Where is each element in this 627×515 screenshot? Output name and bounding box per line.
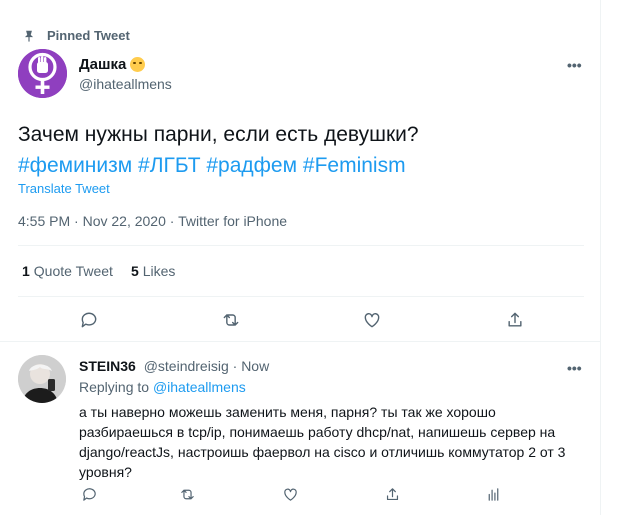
reply-author-handle[interactable]: @steindreisig	[144, 358, 229, 374]
like-icon	[364, 313, 380, 328]
author-handle[interactable]: @ihateallmens	[79, 76, 172, 92]
reply-author-avatar[interactable]	[18, 355, 66, 403]
replying-mention[interactable]: @ihateallmens	[153, 379, 246, 395]
reply-reply-button[interactable]	[78, 483, 100, 505]
like-icon	[283, 488, 297, 501]
divider	[0, 341, 601, 342]
reply-header: STEIN36 @steindreisig · Now	[79, 358, 269, 374]
more-icon[interactable]: •••	[567, 361, 582, 375]
likes-count: 5	[130, 263, 139, 279]
retweet-button[interactable]	[220, 309, 242, 331]
translate-tweet-link[interactable]: Translate Tweet	[18, 181, 110, 196]
more-icon[interactable]: •••	[567, 58, 582, 72]
pinned-label-text: Pinned Tweet	[47, 28, 130, 43]
reply-text: а ты наверно можешь заменить меня, парня…	[79, 404, 566, 480]
retweet-icon	[180, 489, 194, 499]
likes-label: Likes	[142, 263, 176, 279]
tweet-date[interactable]: Nov 22, 2020	[83, 213, 166, 229]
reply-analytics-button[interactable]	[482, 483, 504, 505]
reply-time[interactable]: Now	[241, 358, 269, 374]
reply-share-button[interactable]	[381, 483, 403, 505]
feminist-symbol-image	[18, 49, 67, 98]
divider	[18, 245, 584, 246]
reply-avatar-photo	[18, 355, 66, 403]
tweet-stats: 1 Quote Tweet 5 Likes	[22, 263, 175, 279]
share-icon	[386, 487, 398, 500]
reply-icon	[82, 487, 96, 501]
reply-button[interactable]	[78, 309, 100, 331]
tweet-hashtags[interactable]: #феминизм #ЛГБТ #радфем #Feminism	[18, 150, 419, 181]
reply-author-name[interactable]: STEIN36	[79, 358, 136, 374]
likes-stat[interactable]: 5 Likes	[131, 263, 175, 279]
meta-separator: ·	[74, 213, 79, 229]
author-name-row[interactable]: Дашка	[79, 56, 172, 73]
author-block: Дашка @ihateallmens	[79, 56, 172, 92]
retweet-icon	[223, 314, 239, 326]
replying-to: Replying to @ihateallmens	[79, 379, 246, 395]
author-avatar[interactable]	[18, 49, 67, 98]
author-name[interactable]: Дашка	[79, 56, 126, 73]
reply-retweet-button[interactable]	[176, 483, 198, 505]
reply-like-button[interactable]	[279, 483, 301, 505]
tweet-time[interactable]: 4:55 PM	[18, 213, 70, 229]
share-icon	[508, 312, 522, 327]
quote-count: 1	[22, 263, 30, 279]
pinned-tweet-label: Pinned Tweet	[22, 28, 130, 43]
tweet-source[interactable]: Twitter for iPhone	[178, 213, 287, 229]
tweet-meta: 4:55 PM · Nov 22, 2020 · Twitter for iPh…	[18, 213, 287, 229]
share-button[interactable]	[504, 309, 526, 331]
replying-label: Replying to	[79, 379, 150, 395]
tweet-body: Зачем нужны парни, если есть девушки? #ф…	[18, 119, 419, 181]
reply-icon	[81, 312, 97, 328]
heart-eyes-emoji-icon	[130, 57, 146, 72]
pin-icon	[24, 30, 34, 42]
meta-separator: ·	[169, 213, 175, 229]
tweet-text: Зачем нужны парни, если есть девушки?	[18, 123, 419, 146]
reply-separator: ·	[232, 358, 238, 374]
timeline-column: Pinned Tweet Дашка @ihateallmens ••• Зач…	[0, 0, 601, 515]
like-button[interactable]	[361, 309, 383, 331]
analytics-icon	[488, 487, 498, 501]
divider	[18, 296, 584, 297]
quote-label: Quote Tweet	[33, 263, 113, 279]
quote-tweets-stat[interactable]: 1 Quote Tweet	[22, 263, 113, 279]
